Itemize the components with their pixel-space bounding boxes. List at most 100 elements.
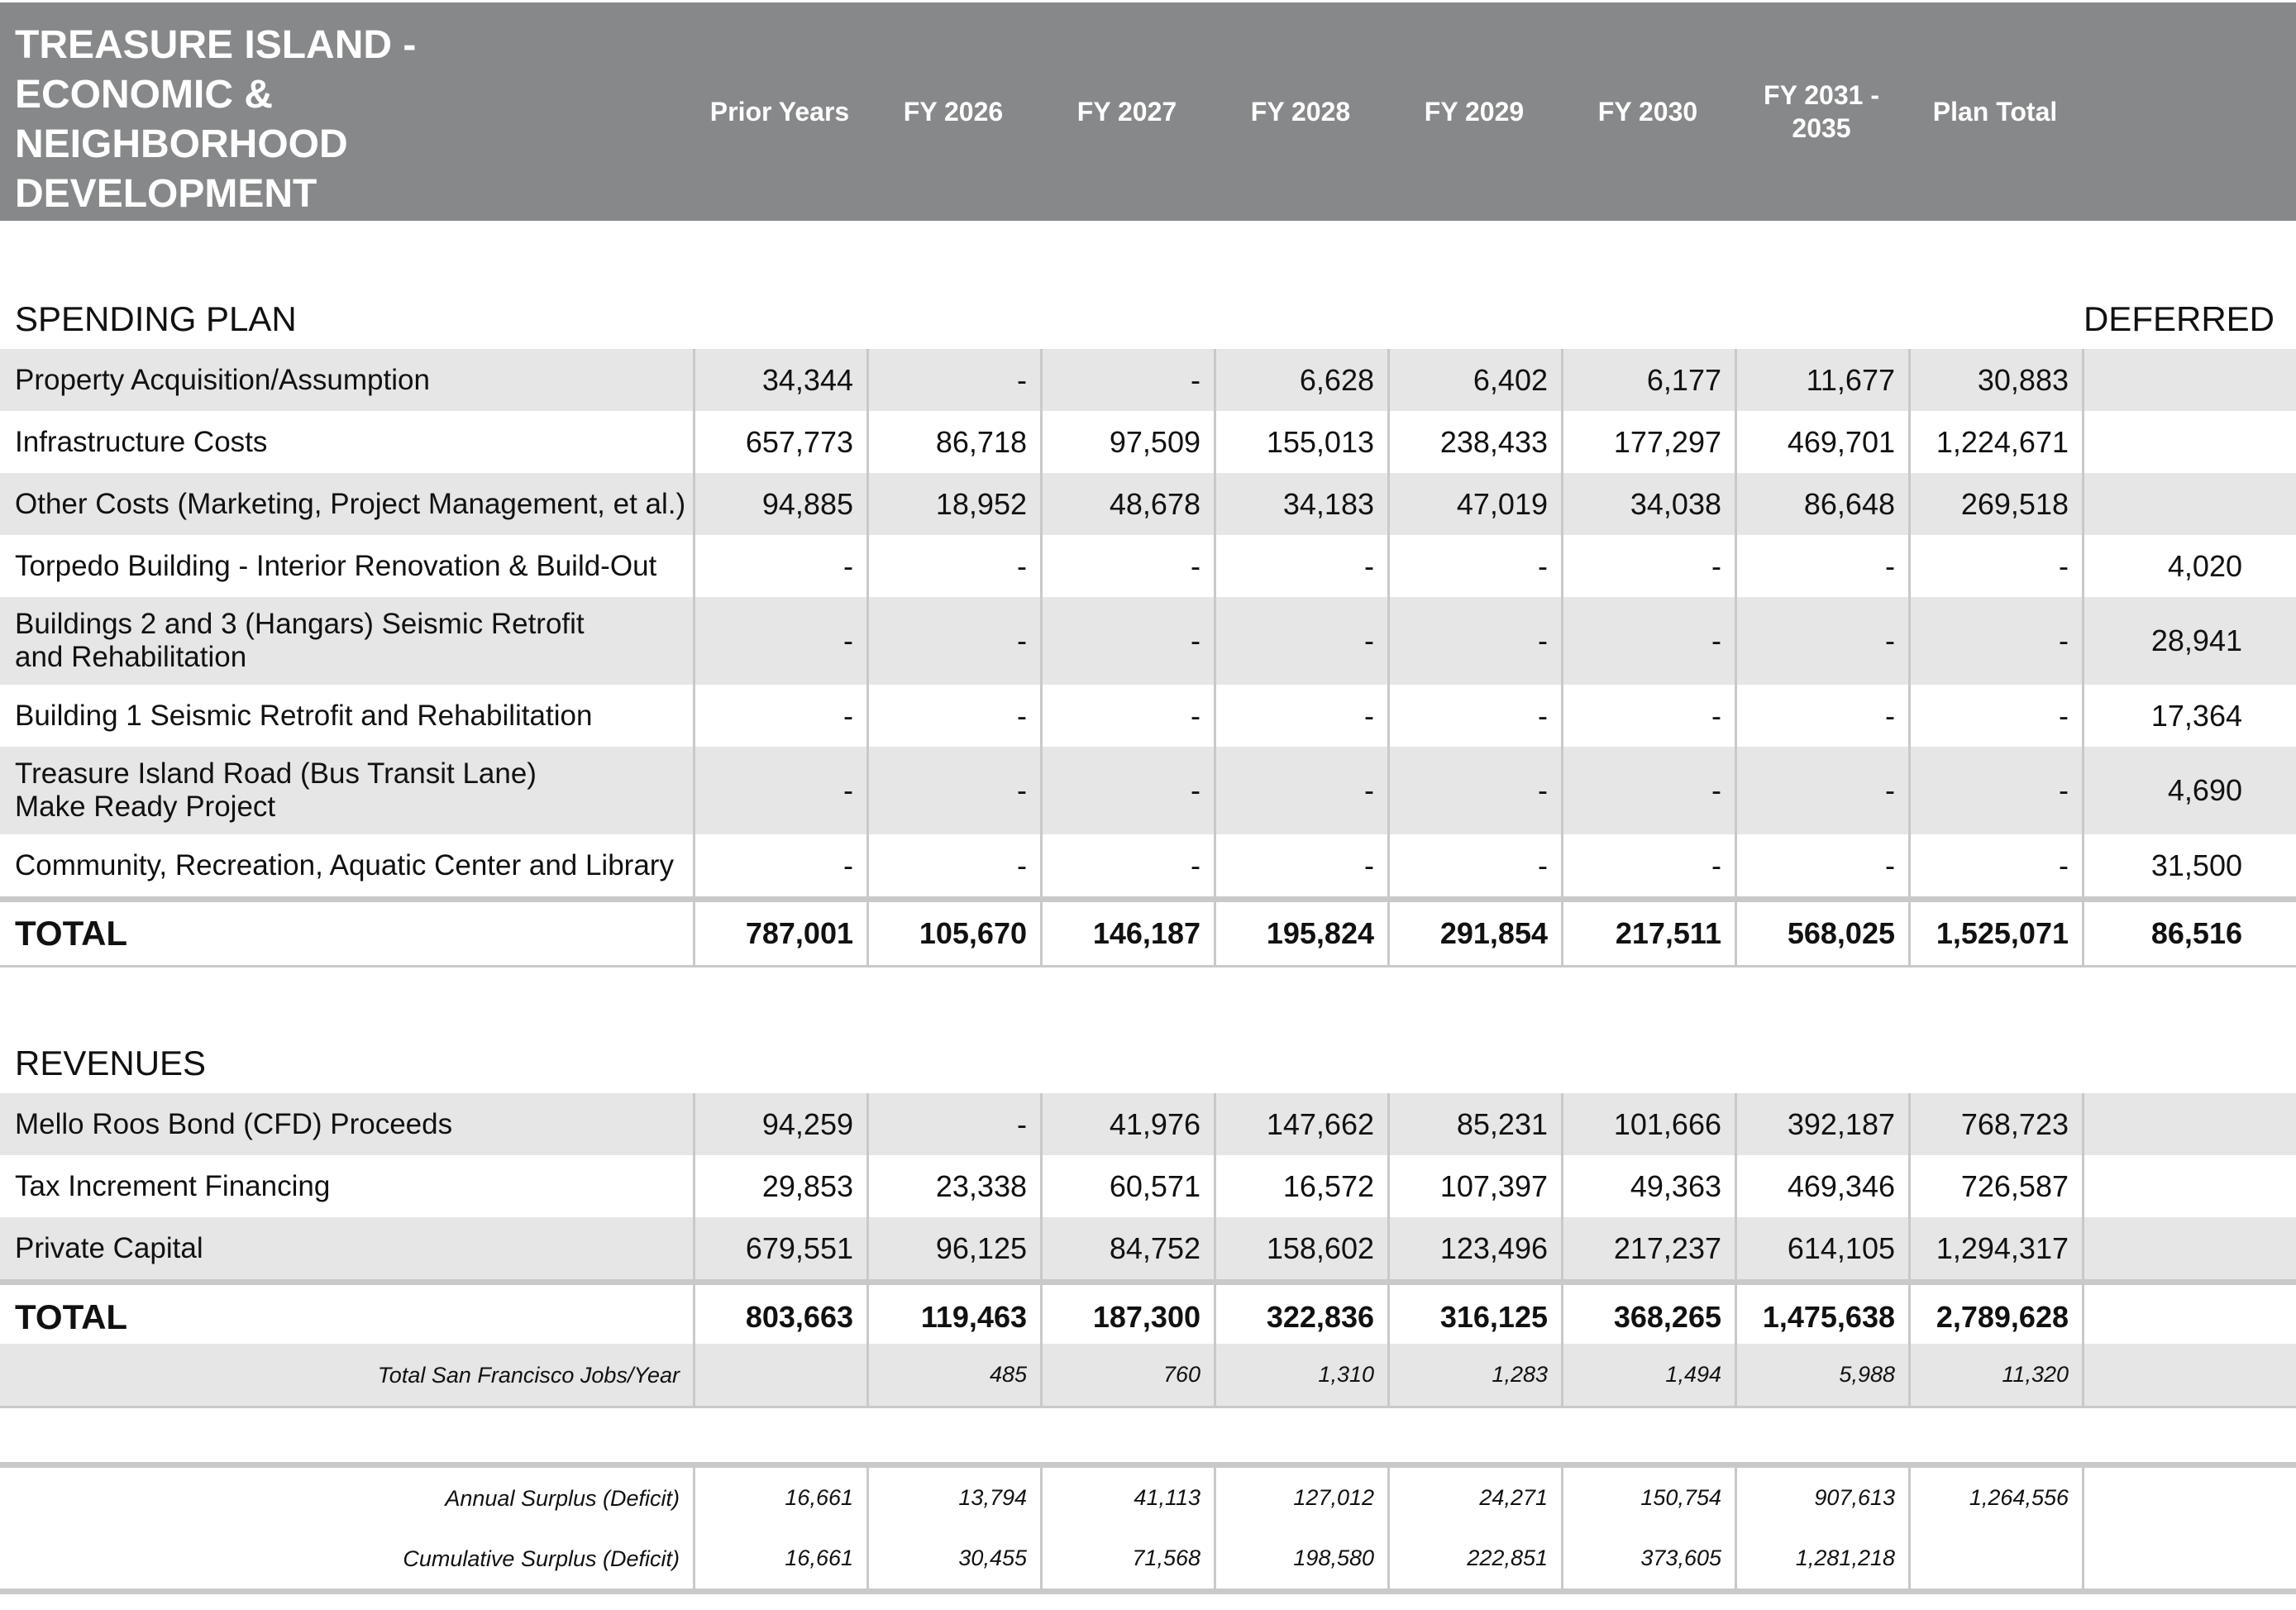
table-cell: - bbox=[1908, 597, 2082, 685]
table-row: Infrastructure Costs 657,773 86,718 97,509 1… bbox=[0, 411, 2296, 475]
table-cell: 155,013 bbox=[1214, 411, 1387, 473]
table-cell: 24,271 bbox=[1387, 1468, 1561, 1528]
table-cell bbox=[2082, 1344, 2255, 1406]
row-label-line: and Rehabilitation bbox=[15, 641, 247, 673]
column-header-fy2027: FY 2027 bbox=[1076, 97, 1177, 127]
table-cell: 269,518 bbox=[1908, 473, 2082, 535]
table-row: Mello Roos Bond (CFD) Proceeds 94,259-41,… bbox=[0, 1093, 2296, 1158]
table-cell: 787,001 bbox=[693, 902, 866, 965]
table-cell: 1,310 bbox=[1214, 1344, 1387, 1406]
table-cell: 11,677 bbox=[1735, 349, 1908, 411]
table-cell: 16,572 bbox=[1214, 1155, 1387, 1217]
table-cell: 101,666 bbox=[1561, 1093, 1735, 1155]
table-cell bbox=[2082, 1155, 2255, 1217]
table-cell: 1,264,556 bbox=[1908, 1468, 2082, 1528]
column-header-deferred: DEFERRED bbox=[2083, 299, 2275, 338]
row-label: Buildings 2 and 3 (Hangars) Seismic Retr… bbox=[15, 597, 678, 695]
table-cell: 1,224,671 bbox=[1908, 411, 2082, 473]
table-cell: 48,678 bbox=[1040, 473, 1214, 535]
table-cell: 47,019 bbox=[1387, 473, 1561, 535]
column-header-fy2031-2035: FY 2031 - 2035 bbox=[1764, 80, 1879, 143]
column-header-plan-total: Plan Total bbox=[1932, 97, 2058, 127]
table-cell: 768,723 bbox=[1908, 1093, 2082, 1155]
table-cell: - bbox=[1561, 834, 1735, 896]
table-cell: 97,509 bbox=[1040, 411, 1214, 473]
table-cell: 34,344 bbox=[693, 349, 866, 411]
total-row: TOTAL 787,001 105,670 146,187 195,824 291,854… bbox=[0, 896, 2296, 967]
table-cell bbox=[2082, 411, 2255, 473]
table-cell: - bbox=[866, 349, 1040, 411]
table-cell: 105,670 bbox=[866, 902, 1040, 965]
divider bbox=[0, 1462, 2296, 1468]
row-label: Cumulative Surplus (Deficit) bbox=[403, 1546, 680, 1571]
table-cell: 16,661 bbox=[693, 1468, 866, 1528]
table-cell bbox=[2082, 1285, 2255, 1350]
table-cell: - bbox=[1040, 535, 1214, 597]
table-cell: 158,602 bbox=[1214, 1217, 1387, 1279]
table-cell: 907,613 bbox=[1735, 1468, 1908, 1528]
row-label: Annual Surplus (Deficit) bbox=[445, 1485, 680, 1511]
table-cell: 469,701 bbox=[1735, 411, 1908, 473]
table-cell: 187,300 bbox=[1040, 1285, 1214, 1350]
table-cell: - bbox=[693, 747, 866, 834]
table-cell: - bbox=[1387, 834, 1561, 896]
table-cell: 49,363 bbox=[1561, 1155, 1735, 1217]
row-label: TOTAL bbox=[15, 1297, 128, 1336]
row-label: Tax Increment Financing bbox=[15, 1169, 331, 1202]
table-cell: 150,754 bbox=[1561, 1468, 1735, 1528]
table-cell: 107,397 bbox=[1387, 1155, 1561, 1217]
table-cell: - bbox=[866, 535, 1040, 597]
row-label-line: Treasure Island Road (Bus Transit Lane) bbox=[15, 757, 537, 790]
table-cell: 41,113 bbox=[1040, 1468, 1214, 1528]
table-cell: 16,661 bbox=[693, 1528, 866, 1589]
table-row: Buildings 2 and 3 (Hangars) Seismic Retr… bbox=[0, 597, 2296, 687]
table-cell: 322,836 bbox=[1214, 1285, 1387, 1350]
table-cell: 71,568 bbox=[1040, 1528, 1214, 1589]
table-cell: - bbox=[1735, 747, 1908, 834]
row-label: Treasure Island Road (Bus Transit Lane) M… bbox=[15, 747, 678, 845]
table-cell: 373,605 bbox=[1561, 1528, 1735, 1589]
table-cell: 28,941 bbox=[2082, 597, 2255, 685]
table-cell: 1,475,638 bbox=[1735, 1285, 1908, 1350]
section-heading-spending-plan: SPENDING PLAN bbox=[15, 299, 297, 338]
table-cell: - bbox=[1561, 597, 1735, 685]
table-cell: 86,718 bbox=[866, 411, 1040, 473]
column-header-fy2029: FY 2029 bbox=[1424, 97, 1525, 127]
table-cell bbox=[2082, 349, 2255, 411]
table-cell: 368,265 bbox=[1561, 1285, 1735, 1350]
table-cell: - bbox=[693, 597, 866, 685]
table-cell: - bbox=[1387, 535, 1561, 597]
table-cell bbox=[1908, 1528, 2082, 1589]
table-cell: - bbox=[1214, 685, 1387, 747]
table-cell: - bbox=[866, 597, 1040, 685]
column-header-prior-years: Prior Years bbox=[709, 97, 850, 127]
table-cell: - bbox=[866, 1093, 1040, 1155]
table-cell: - bbox=[866, 834, 1040, 896]
table-row: Building 1 Seismic Retrofit and Rehabili… bbox=[0, 685, 2296, 749]
table-cell: 238,433 bbox=[1387, 411, 1561, 473]
table-cell: 392,187 bbox=[1735, 1093, 1908, 1155]
table-cell: - bbox=[1214, 597, 1387, 685]
table-cell: 85,231 bbox=[1387, 1093, 1561, 1155]
annual-surplus-row: Annual Surplus (Deficit) 16,661 13,794 41,1… bbox=[0, 1468, 2296, 1531]
column-header-fy2030: FY 2030 bbox=[1597, 97, 1698, 127]
table-cell: 5,988 bbox=[1735, 1344, 1908, 1406]
table-cell: 41,976 bbox=[1040, 1093, 1214, 1155]
row-label: Private Capital bbox=[15, 1231, 203, 1264]
table-cell: 177,297 bbox=[1561, 411, 1735, 473]
table-cell: 469,346 bbox=[1735, 1155, 1908, 1217]
table-cell: - bbox=[1735, 535, 1908, 597]
table-cell: 614,105 bbox=[1735, 1217, 1908, 1279]
divider bbox=[0, 1589, 2296, 1594]
table-cell: - bbox=[1214, 535, 1387, 597]
table-cell: 1,283 bbox=[1387, 1344, 1561, 1406]
table-cell: - bbox=[1735, 685, 1908, 747]
table-row: Community, Recreation, Aquatic Center an… bbox=[0, 834, 2296, 899]
table-cell: - bbox=[1040, 597, 1214, 685]
table-cell: - bbox=[693, 685, 866, 747]
table-cell: - bbox=[1908, 834, 2082, 896]
table-cell: 1,525,071 bbox=[1908, 902, 2082, 965]
table-cell: - bbox=[1040, 834, 1214, 896]
row-label: Other Costs (Marketing, Project Manageme… bbox=[15, 487, 686, 520]
table-cell: 34,183 bbox=[1214, 473, 1387, 535]
